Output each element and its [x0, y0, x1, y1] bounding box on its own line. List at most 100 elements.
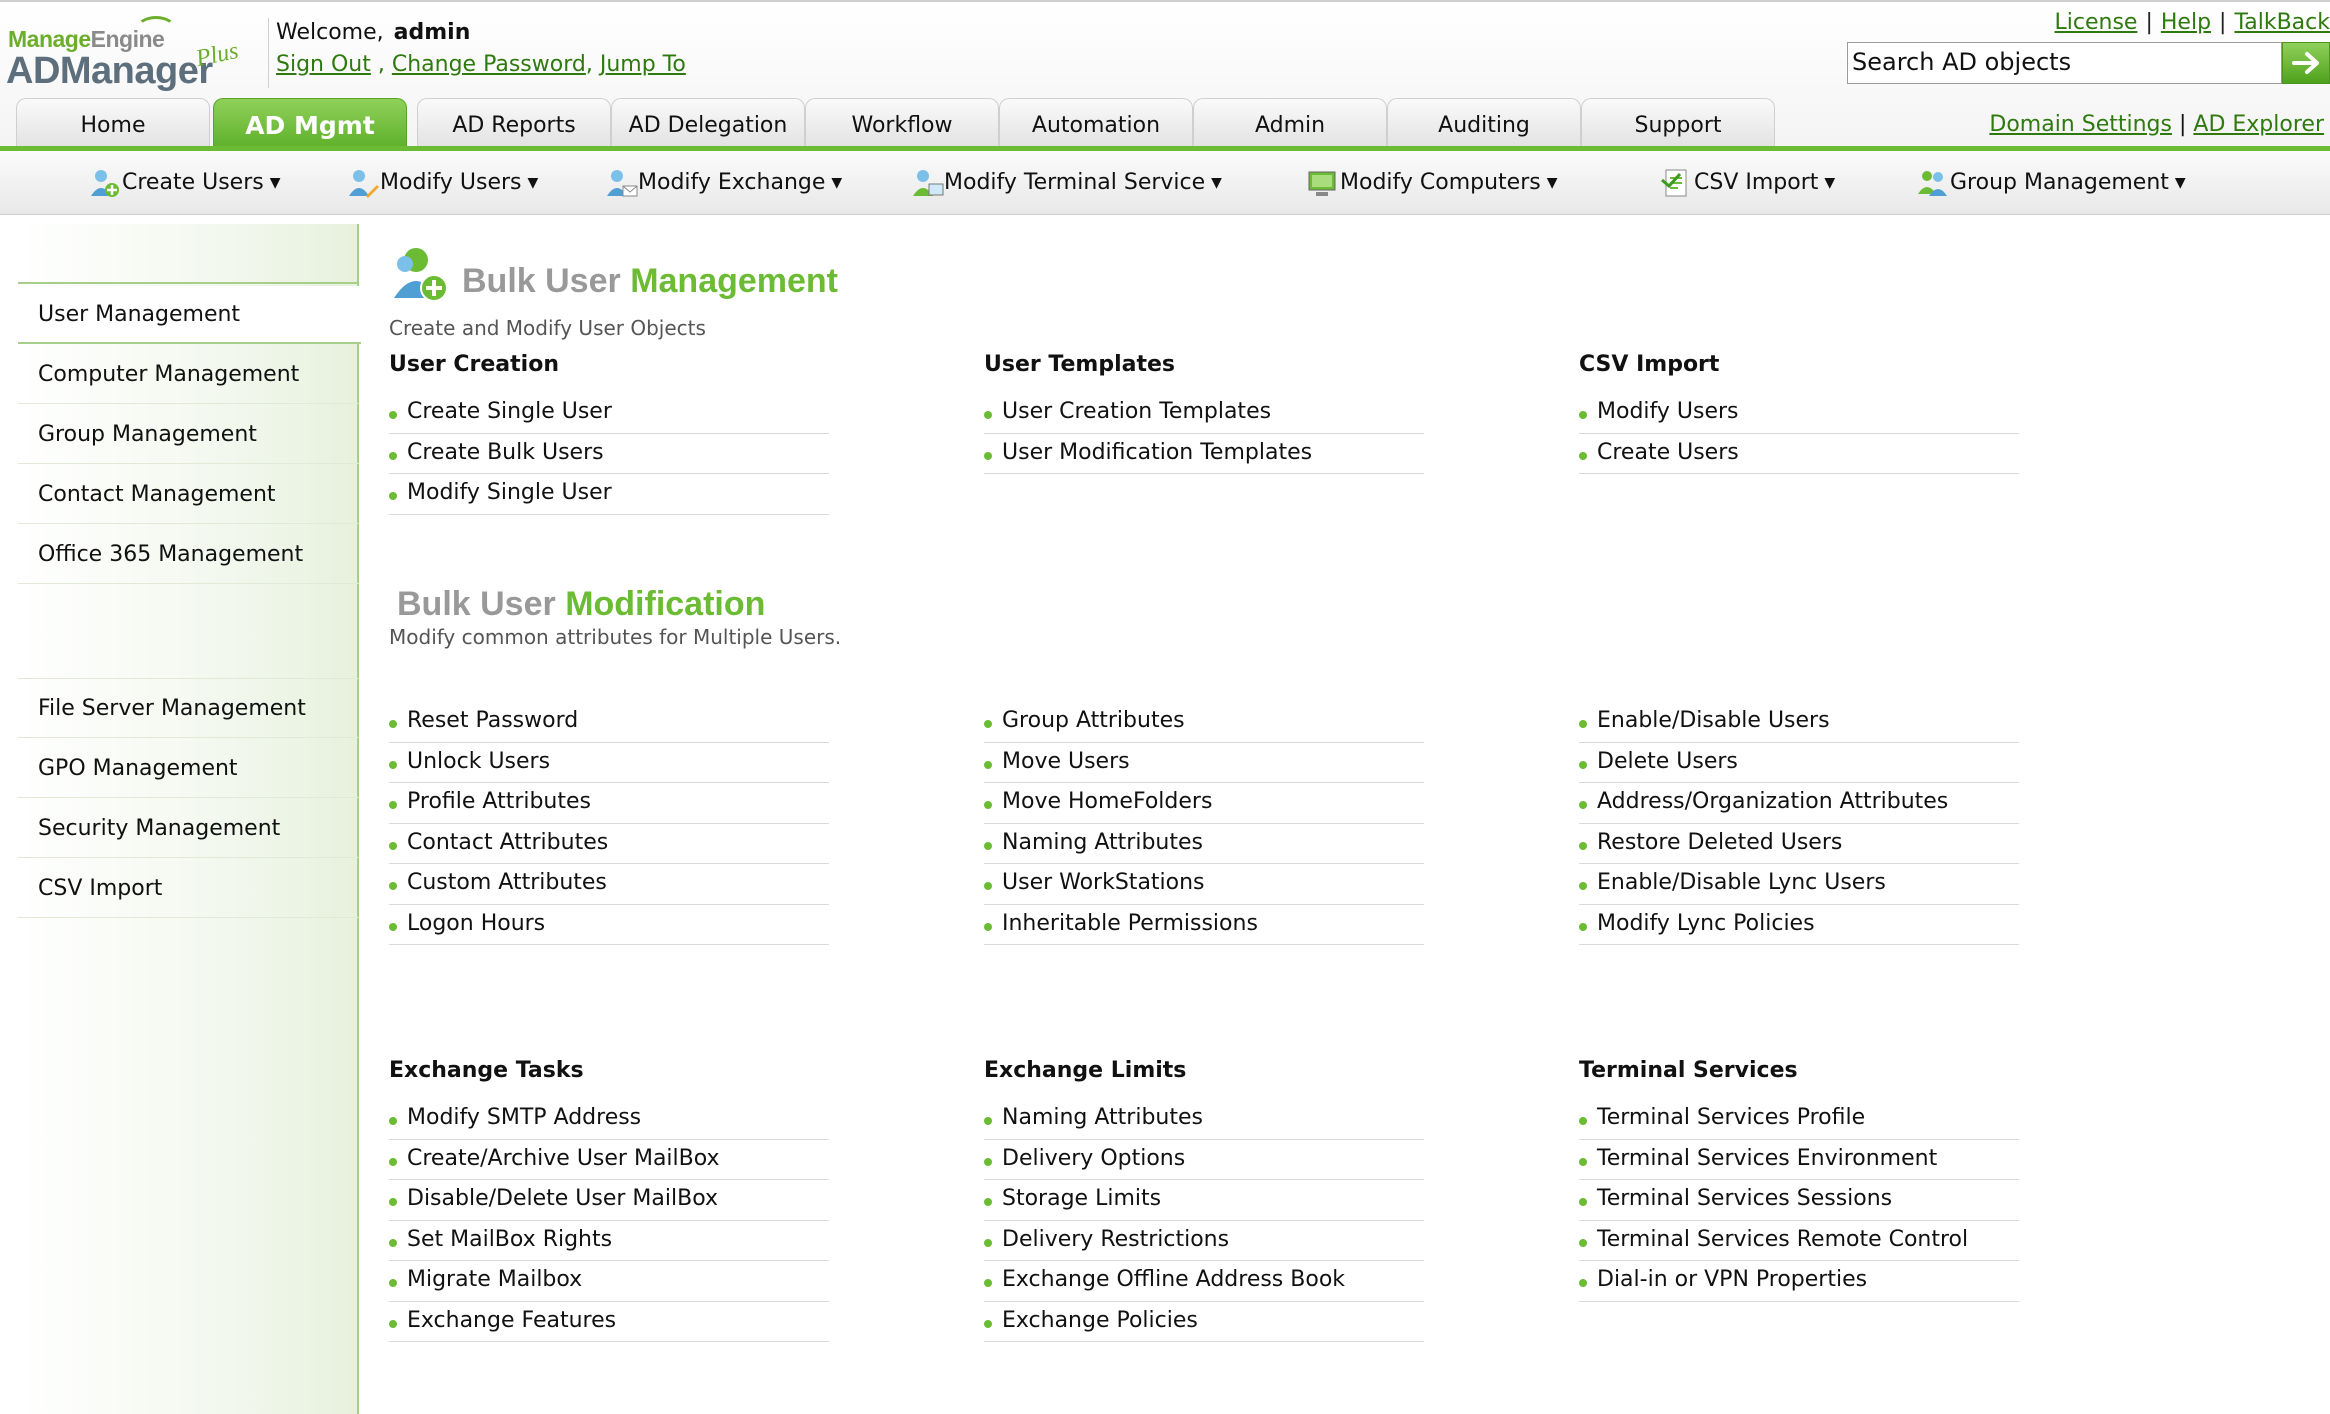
list-item[interactable]: Delivery Restrictions — [984, 1221, 1424, 1261]
tab-ad-reports[interactable]: AD Reports — [417, 98, 611, 148]
list-item[interactable]: Modify Lync Policies — [1579, 905, 2019, 945]
list-item[interactable]: Migrate Mailbox — [389, 1261, 829, 1302]
change-password-link[interactable]: Change Password — [392, 52, 586, 77]
list-item[interactable]: Create Single User — [389, 393, 829, 434]
list-item[interactable]: Create Bulk Users — [389, 434, 829, 474]
exchange-limits-heading: Exchange Limits — [984, 1058, 1187, 1083]
list-item[interactable]: Terminal Services Environment — [1579, 1140, 2019, 1180]
list-item[interactable]: User WorkStations — [984, 864, 1424, 905]
list-item[interactable]: Create/Archive User MailBox — [389, 1140, 829, 1180]
modify-exchange-menu[interactable]: Modify Exchange ▼ — [604, 165, 842, 201]
list-item[interactable]: Terminal Services Remote Control — [1579, 1221, 2019, 1261]
sign-out-link[interactable]: Sign Out — [276, 52, 371, 77]
sidebar-item-group-management[interactable]: Group Management — [18, 406, 359, 464]
caret-down-icon: ▼ — [1824, 175, 1836, 191]
ad-explorer-link[interactable]: AD Explorer — [2193, 112, 2324, 137]
user-edit-icon — [346, 166, 380, 200]
caret-down-icon: ▼ — [831, 175, 843, 191]
list-item[interactable]: Logon Hours — [389, 905, 829, 945]
tab-workflow[interactable]: Workflow — [805, 98, 999, 148]
list-item[interactable]: Exchange Policies — [984, 1302, 1424, 1342]
sidebar-item-office365-management[interactable]: Office 365 Management — [18, 526, 359, 584]
list-item[interactable]: Group Attributes — [984, 702, 1424, 743]
tab-automation[interactable]: Automation — [999, 98, 1193, 148]
sidebar-item-file-server-management[interactable]: File Server Management — [18, 680, 359, 738]
bulk-user-modification-title: Bulk User Modification — [397, 585, 765, 624]
list-item[interactable]: Address/Organization Attributes — [1579, 783, 2019, 824]
tab-auditing[interactable]: Auditing — [1387, 98, 1581, 148]
list-item[interactable]: Storage Limits — [984, 1180, 1424, 1221]
list-item[interactable]: Profile Attributes — [389, 783, 829, 824]
list-item[interactable]: Exchange Features — [389, 1302, 829, 1342]
user-terminal-icon — [910, 166, 944, 200]
tab-ad-delegation[interactable]: AD Delegation — [611, 98, 805, 148]
list-item[interactable]: Create Users — [1579, 434, 2019, 474]
title-green-part: Modification — [565, 585, 766, 623]
list-item[interactable]: Modify Single User — [389, 474, 829, 515]
tab-support[interactable]: Support — [1581, 98, 1775, 148]
terminal-services-list: Terminal Services Profile Terminal Servi… — [1579, 1099, 2019, 1302]
jump-to-link[interactable]: Jump To — [600, 52, 686, 77]
logo-brand-plus: Plus — [193, 37, 241, 73]
modification-list-col3: Enable/Disable Users Delete Users Addres… — [1579, 702, 2019, 945]
tab-home[interactable]: Home — [16, 98, 210, 148]
user-templates-list: User Creation Templates User Modificatio… — [984, 393, 1424, 474]
list-item[interactable]: Naming Attributes — [984, 1099, 1424, 1140]
user-add-icon — [88, 166, 122, 200]
list-item[interactable]: Restore Deleted Users — [1579, 824, 2019, 864]
list-item[interactable]: Move HomeFolders — [984, 783, 1424, 824]
user-creation-heading: User Creation — [389, 352, 559, 377]
caret-down-icon: ▼ — [2174, 175, 2186, 191]
list-item[interactable]: Reset Password — [389, 702, 829, 743]
talkback-link[interactable]: TalkBack — [2234, 10, 2330, 35]
list-item[interactable]: Terminal Services Profile — [1579, 1099, 2019, 1140]
group-management-menu[interactable]: Group Management ▼ — [1916, 165, 2186, 201]
list-item[interactable]: Naming Attributes — [984, 824, 1424, 864]
list-item[interactable]: Exchange Offline Address Book — [984, 1261, 1424, 1302]
title-green-part: Management — [630, 262, 839, 300]
list-item[interactable]: Inheritable Permissions — [984, 905, 1424, 945]
sidebar-item-user-management[interactable]: User Management — [18, 286, 361, 344]
tab-ad-mgmt[interactable]: AD Mgmt — [213, 98, 407, 148]
sidebar-item-contact-management[interactable]: Contact Management — [18, 466, 359, 524]
list-item[interactable]: Modify Users — [1579, 393, 2019, 434]
modify-users-menu[interactable]: Modify Users ▼ — [346, 165, 538, 201]
sidebar-item-gpo-management[interactable]: GPO Management — [18, 740, 359, 798]
list-item[interactable]: Unlock Users — [389, 743, 829, 783]
search-go-button[interactable] — [2282, 42, 2330, 84]
license-link[interactable]: License — [2055, 10, 2138, 35]
modify-computers-menu[interactable]: Modify Computers ▼ — [1306, 165, 1558, 201]
sidebar-item-computer-management[interactable]: Computer Management — [18, 346, 359, 404]
sidebar-item-csv-import[interactable]: CSV Import — [18, 860, 359, 918]
domain-settings-link[interactable]: Domain Settings — [1989, 112, 2172, 137]
modify-terminal-service-menu[interactable]: Modify Terminal Service ▼ — [910, 165, 1222, 201]
sidebar-spacer — [18, 587, 359, 679]
sidebar-item-security-management[interactable]: Security Management — [18, 800, 359, 858]
search-input[interactable]: Search AD objects — [1847, 42, 2282, 84]
list-item[interactable]: Delivery Options — [984, 1140, 1424, 1180]
help-link[interactable]: Help — [2161, 10, 2211, 35]
list-item[interactable]: Dial-in or VPN Properties — [1579, 1261, 2019, 1302]
bulk-user-management-subtitle: Create and Modify User Objects — [389, 316, 706, 340]
list-item[interactable]: User Modification Templates — [984, 434, 1424, 474]
tab-admin[interactable]: Admin — [1193, 98, 1387, 148]
list-item[interactable]: Move Users — [984, 743, 1424, 783]
link-separator: | — [2219, 10, 2227, 35]
list-item[interactable]: Disable/Delete User MailBox — [389, 1180, 829, 1221]
list-item[interactable]: Modify SMTP Address — [389, 1099, 829, 1140]
user-creation-list: Create Single User Create Bulk Users Mod… — [389, 393, 829, 515]
list-item[interactable]: Custom Attributes — [389, 864, 829, 905]
list-item[interactable]: Enable/Disable Lync Users — [1579, 864, 2019, 905]
list-item[interactable]: User Creation Templates — [984, 393, 1424, 434]
list-item[interactable]: Set MailBox Rights — [389, 1221, 829, 1261]
group-icon — [1916, 166, 1950, 200]
csv-import-menu[interactable]: CSV Import ▼ — [1660, 165, 1835, 201]
list-item[interactable]: Contact Attributes — [389, 824, 829, 864]
main-tab-bar: Home AD Mgmt AD Reports AD Delegation Wo… — [0, 98, 2330, 148]
welcome-text: Welcome, admin — [276, 20, 470, 45]
admanager-logo[interactable]: ManageEngine ADManager Plus — [6, 16, 256, 96]
list-item[interactable]: Delete Users — [1579, 743, 2019, 783]
list-item[interactable]: Terminal Services Sessions — [1579, 1180, 2019, 1221]
create-users-menu[interactable]: Create Users ▼ — [88, 165, 280, 201]
list-item[interactable]: Enable/Disable Users — [1579, 702, 2019, 743]
